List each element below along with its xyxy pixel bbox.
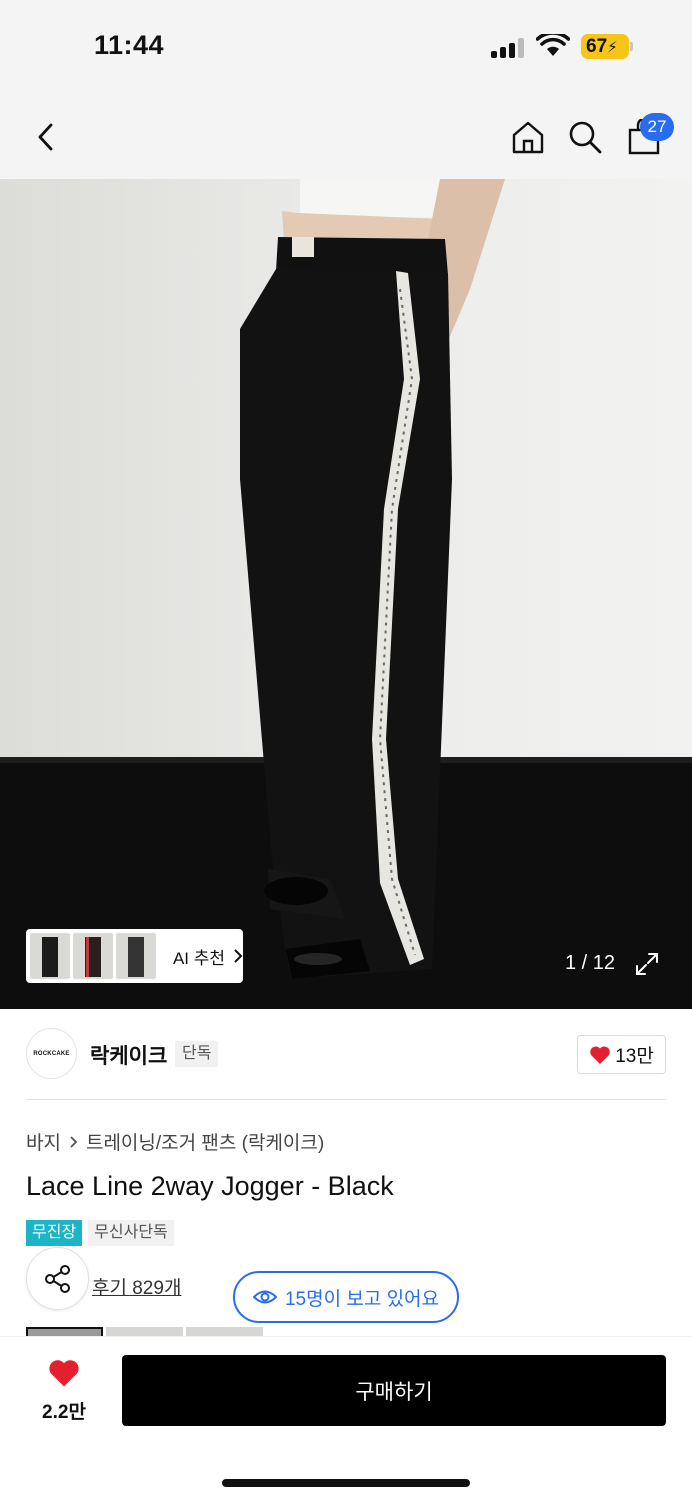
status-bar: 11:44 67⚡ — [0, 0, 692, 96]
search-icon — [569, 121, 602, 154]
home-icon — [512, 121, 544, 154]
viewers-text: 15명이 보고 있어요 — [284, 1288, 440, 1310]
swatch-thumbnail[interactable] — [186, 1327, 263, 1336]
product-title: Lace Line 2way Jogger - Black — [26, 1171, 394, 1201]
ai-thumbnail-3 — [115, 933, 156, 979]
mujinjang-badge: 무진장 — [26, 1220, 83, 1246]
share-icon — [44, 1264, 70, 1293]
heart-icon — [590, 1045, 610, 1064]
chevron-right-icon — [234, 949, 243, 963]
charging-bolt-icon: ⚡ — [607, 39, 618, 56]
heart-icon — [49, 1360, 79, 1387]
ai-thumbnail-2 — [72, 933, 113, 979]
wishlist-button[interactable]: 2.2만 — [30, 1358, 98, 1424]
product-photo — [0, 179, 692, 1009]
chevron-right-icon — [70, 1135, 78, 1148]
battery-level: 67 — [586, 36, 608, 57]
breadcrumb-category[interactable]: 바지 — [26, 1128, 61, 1155]
battery-cap — [630, 42, 633, 51]
home-button[interactable] — [508, 117, 548, 157]
review-link[interactable]: 후기 829개 — [92, 1273, 181, 1300]
breadcrumb: 바지 트레이닝/조거 팬츠 (락케이크) — [26, 1128, 324, 1155]
brand-logo[interactable]: ROCKCAKE — [26, 1028, 77, 1079]
brand-like-button[interactable]: 13만 — [577, 1035, 666, 1074]
status-time: 11:44 — [94, 30, 165, 60]
wifi-icon — [536, 34, 570, 56]
badge-row: 무진장 무신사단독 — [26, 1220, 174, 1246]
expand-icon[interactable] — [634, 951, 660, 977]
battery-indicator: 67⚡ — [581, 34, 629, 59]
exclusive-tag: 단독 — [175, 1041, 219, 1067]
cart-count-badge: 27 — [640, 113, 674, 141]
ai-thumbnail-1 — [30, 933, 70, 979]
swatch-thumbnail[interactable] — [106, 1327, 183, 1336]
product-image[interactable] — [0, 179, 692, 1009]
cellular-signal-icon — [491, 38, 527, 58]
swatch-thumbnail[interactable] — [26, 1327, 103, 1336]
chevron-left-icon — [38, 123, 53, 151]
brand-like-count: 13만 — [615, 1046, 654, 1067]
buy-button[interactable]: 구매하기 — [122, 1355, 666, 1426]
back-button[interactable] — [28, 117, 64, 157]
image-counter: 1 / 12 — [565, 952, 616, 974]
viewers-indicator: 15명이 보고 있어요 — [233, 1271, 459, 1323]
eye-icon — [252, 1290, 277, 1304]
share-button[interactable] — [26, 1247, 89, 1310]
musinsa-exclusive-badge: 무신사단독 — [88, 1220, 174, 1246]
brand-name[interactable]: 락케이크 — [90, 1040, 167, 1070]
breadcrumb-subcategory[interactable]: 트레이닝/조거 팬츠 (락케이크) — [86, 1128, 324, 1155]
search-button[interactable] — [565, 117, 605, 157]
ai-recommend-button[interactable]: AI 추천 — [26, 929, 243, 983]
divider — [26, 1099, 666, 1100]
color-swatch-strip — [26, 1327, 266, 1336]
home-indicator[interactable] — [222, 1479, 470, 1487]
wishlist-count: 2.2만 — [42, 1402, 86, 1423]
ai-recommend-label: AI 추천 — [172, 948, 226, 968]
